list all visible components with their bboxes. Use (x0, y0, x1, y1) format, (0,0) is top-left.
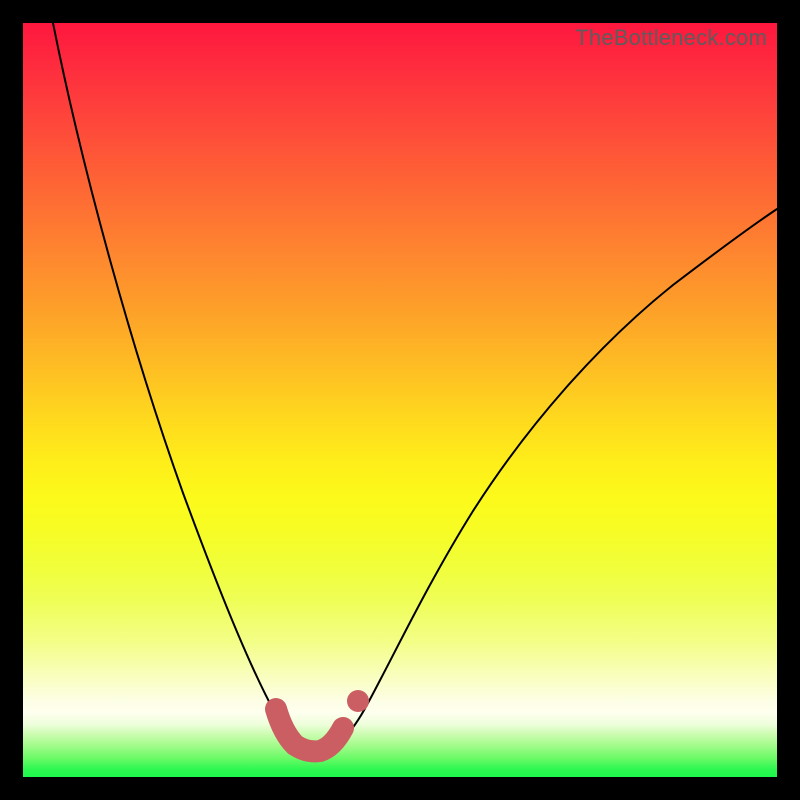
chart-frame: TheBottleneck.com (23, 23, 777, 777)
bottleneck-curve (53, 23, 777, 751)
watermark-text: TheBottleneck.com (575, 25, 767, 51)
trough-highlight (276, 709, 343, 751)
bottleneck-plot (23, 23, 777, 777)
trough-extra-dot (347, 690, 369, 712)
